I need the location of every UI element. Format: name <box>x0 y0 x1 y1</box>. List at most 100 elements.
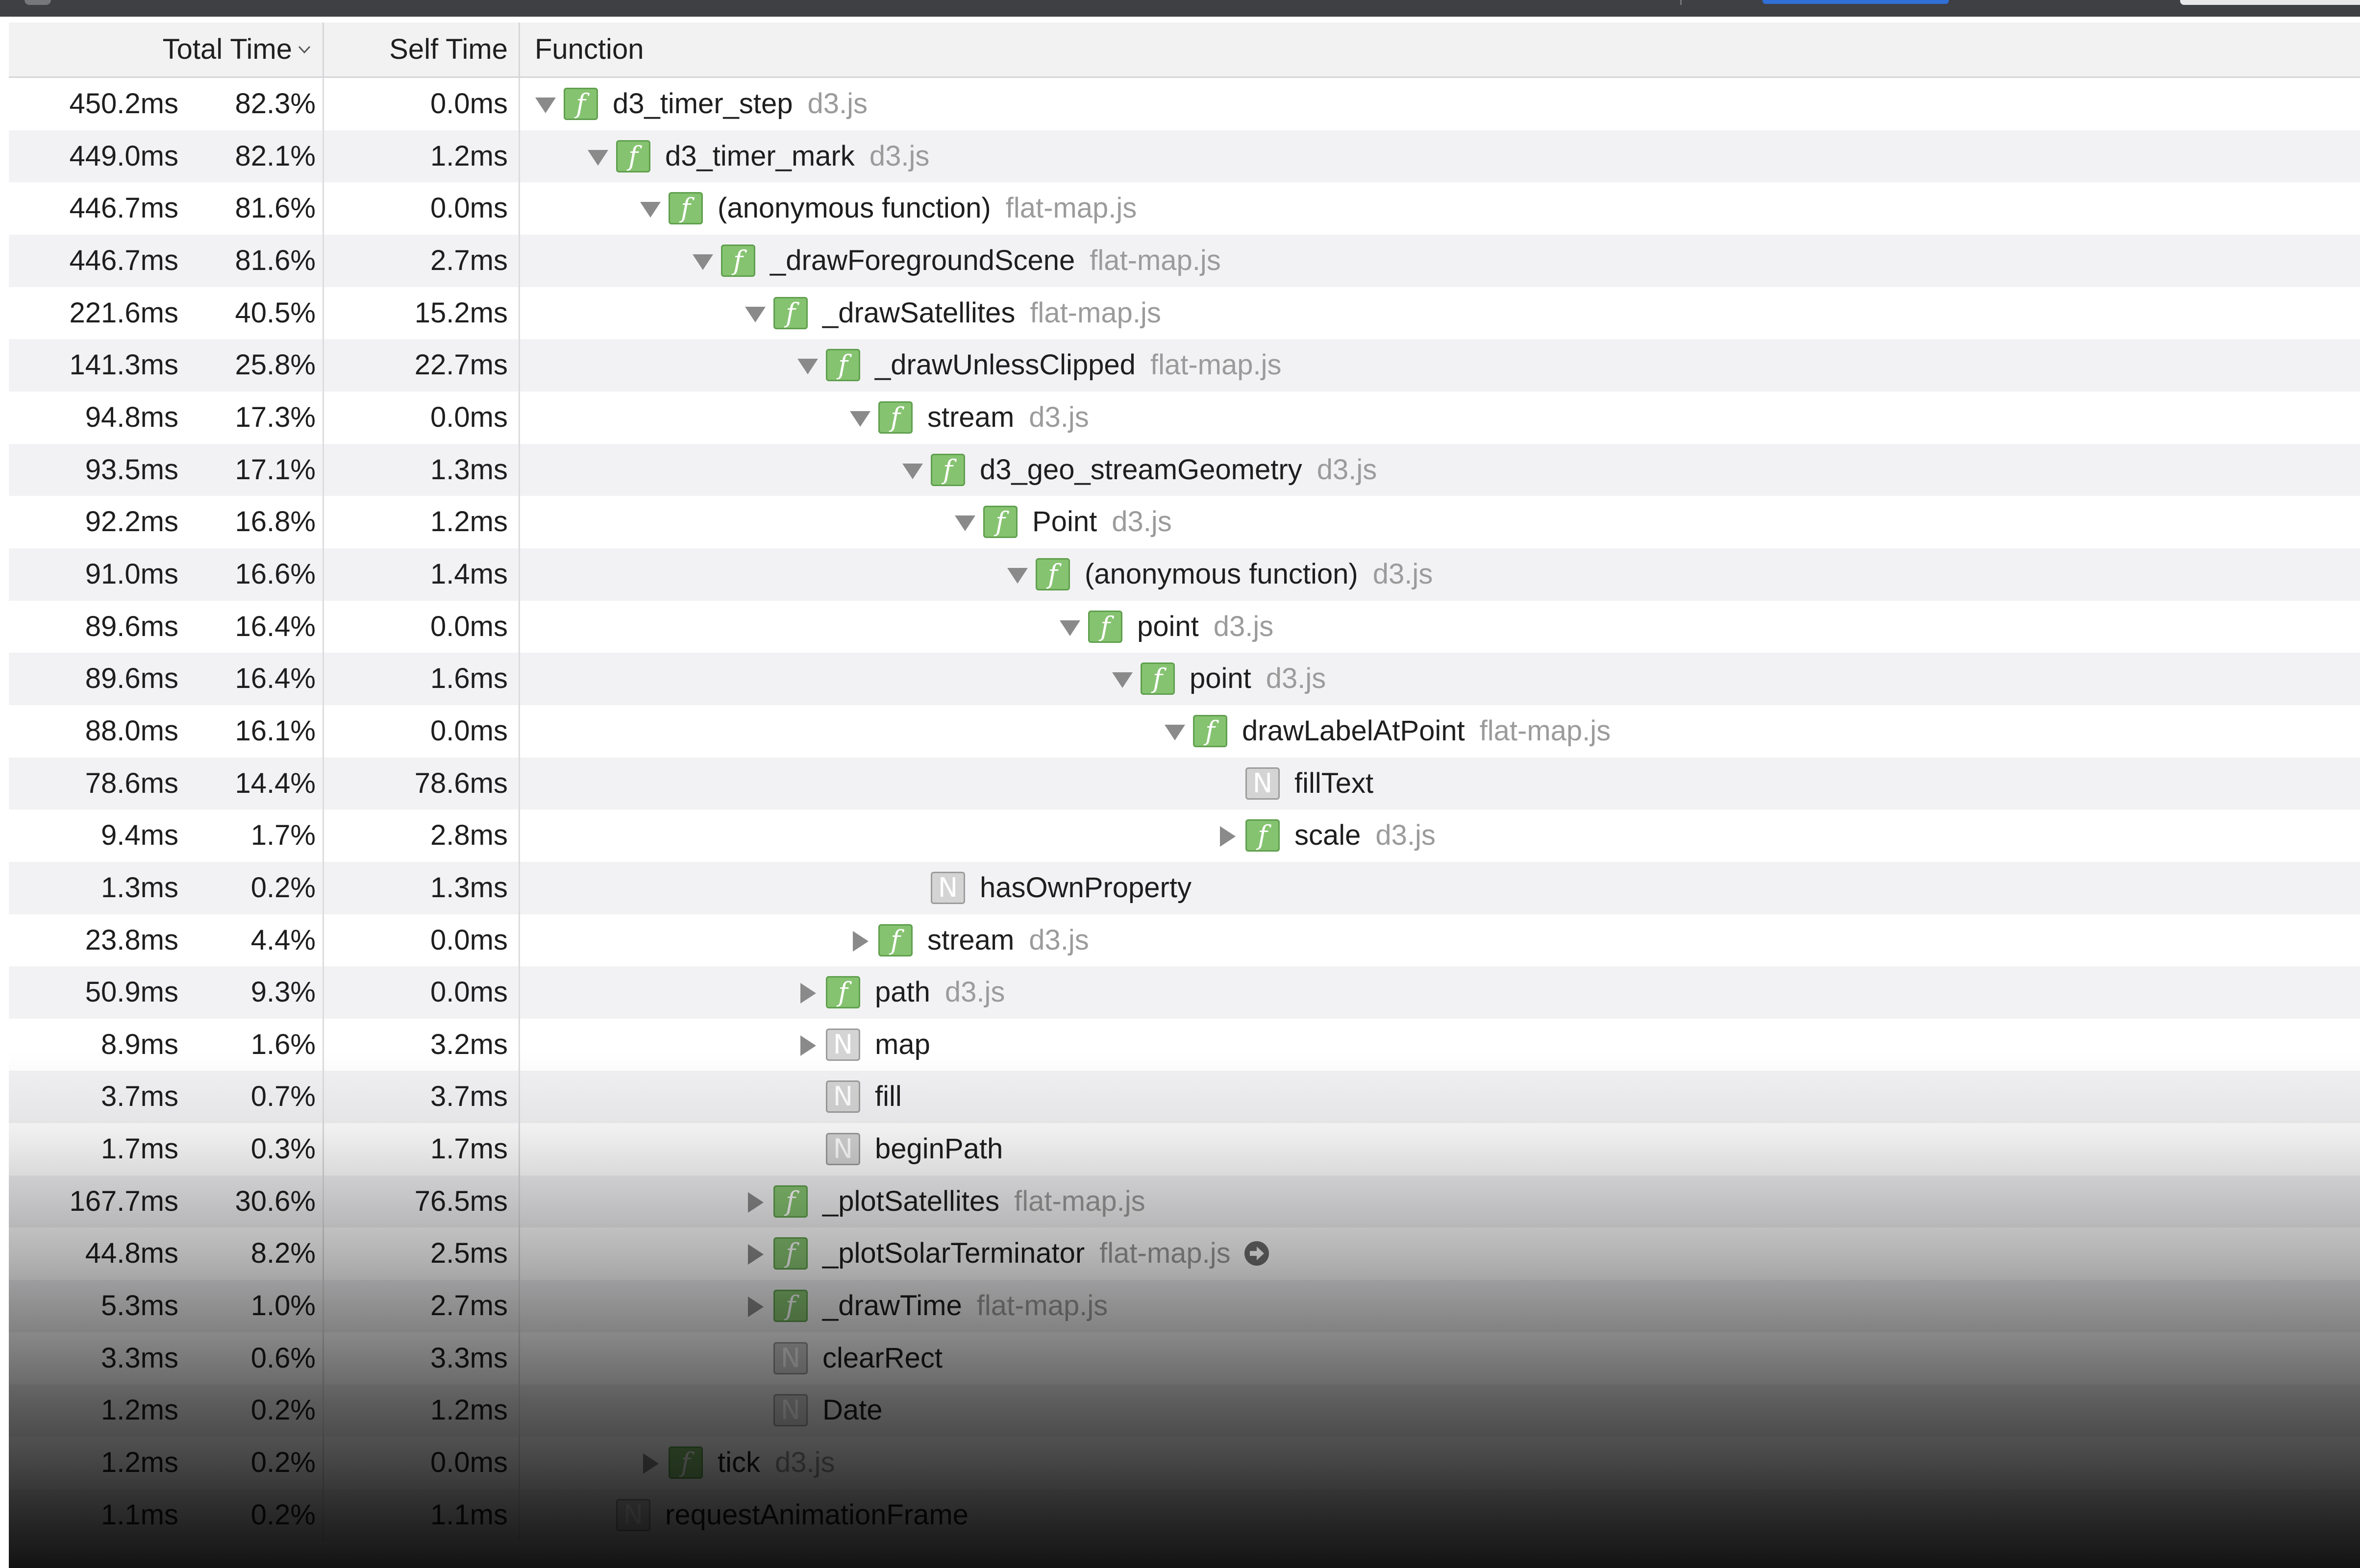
source-file-link[interactable]: d3.js <box>1112 506 1172 538</box>
source-file-link[interactable]: d3.js <box>775 1446 835 1478</box>
disclosure-triangle-collapsed-icon[interactable] <box>1215 824 1240 849</box>
function-name: beginPath <box>875 1133 1003 1165</box>
table-row[interactable]: 449.0ms 82.1% 1.2ms f d3_timer_mark d3.js <box>9 130 2360 183</box>
disclosure-triangle-expanded-icon[interactable] <box>586 145 610 170</box>
disclosure-triangle-expanded-icon[interactable] <box>1163 720 1187 744</box>
column-divider <box>519 78 520 130</box>
total-percent-cell: 1.0% <box>250 1290 316 1322</box>
table-row[interactable]: 1.3ms 0.2% 1.3ms NhasOwnProperty <box>9 861 2360 914</box>
source-file-link[interactable]: d3.js <box>1373 558 1433 590</box>
disclosure-triangle-expanded-icon[interactable] <box>691 249 715 274</box>
disclosure-triangle-collapsed-icon[interactable] <box>848 929 872 954</box>
table-row[interactable]: 89.6ms 16.4% 1.6ms f point d3.js <box>9 653 2360 705</box>
source-file-link[interactable]: d3.js <box>808 88 868 120</box>
table-row[interactable]: 94.8ms 17.3% 0.0ms f stream d3.js <box>9 391 2360 444</box>
table-row[interactable]: 167.7ms 30.6% 76.5ms f _plotSatellites flat-m… <box>9 1175 2360 1228</box>
table-row[interactable]: 3.7ms 0.7% 3.7ms Nfill <box>9 1071 2360 1124</box>
self-time-column-header[interactable]: Self Time <box>323 23 519 76</box>
table-row[interactable]: 92.2ms 16.8% 1.2ms f Point d3.js <box>9 496 2360 548</box>
table-row[interactable]: 1.7ms 0.3% 1.7ms NbeginPath <box>9 1123 2360 1176</box>
table-row[interactable]: 446.7ms 81.6% 0.0ms f (anonymous function) fl… <box>9 182 2360 235</box>
javascript-function-icon: f <box>564 88 598 120</box>
table-row[interactable]: 8.9ms 1.6% 3.2ms Nmap <box>9 1018 2360 1071</box>
disclosure-triangle-collapsed-icon[interactable] <box>743 1242 768 1267</box>
self-time-cell: 0.0ms <box>430 192 508 224</box>
disclosure-triangle-expanded-icon[interactable] <box>900 459 925 483</box>
function-name: stream <box>927 401 1015 433</box>
function-name-cell: Point d3.js <box>1032 496 1172 548</box>
table-row[interactable]: 5.3ms 1.0% 2.7ms f _drawTime flat-map.js <box>9 1280 2360 1332</box>
source-file-link[interactable]: flat-map.js <box>1030 297 1161 329</box>
source-file-link[interactable]: flat-map.js <box>1480 715 1611 747</box>
total-time-column-header[interactable]: Total Time <box>9 23 323 76</box>
table-row[interactable]: 9.4ms 1.7% 2.8ms f scale d3.js <box>9 809 2360 862</box>
table-row[interactable]: 1.2ms 0.2% 0.0ms f tick d3.js <box>9 1437 2360 1489</box>
source-file-link[interactable]: d3.js <box>1266 662 1326 694</box>
self-time-cell: 0.0ms <box>430 976 508 1008</box>
table-row[interactable]: 44.8ms 8.2% 2.5ms f _plotSolarTerminator flat… <box>9 1227 2360 1280</box>
self-time-cell: 78.6ms <box>414 767 508 799</box>
table-row[interactable]: 1.1ms 0.2% 1.1ms NrequestAnimationFrame <box>9 1489 2360 1542</box>
disclosure-triangle-collapsed-icon[interactable] <box>743 1295 768 1319</box>
self-time-cell: 1.2ms <box>430 140 508 172</box>
total-time-cell: 3.3ms <box>101 1342 178 1374</box>
function-column-header[interactable]: Function <box>519 23 2360 76</box>
source-file-link[interactable]: d3.js <box>869 140 930 172</box>
function-name-cell: _drawForegroundScene flat-map.js <box>770 235 1221 287</box>
source-file-link[interactable]: flat-map.js <box>977 1290 1108 1322</box>
total-time-cell: 78.6ms <box>85 767 178 799</box>
self-time-cell: 0.0ms <box>430 610 508 642</box>
disclosure-triangle-expanded-icon[interactable] <box>1005 563 1030 588</box>
column-divider <box>519 443 520 496</box>
disclosure-triangle-collapsed-icon[interactable] <box>795 981 820 1005</box>
source-file-link[interactable]: flat-map.js <box>1090 245 1221 276</box>
table-row[interactable]: 3.3ms 0.6% 3.3ms NclearRect <box>9 1332 2360 1385</box>
disclosure-triangle-expanded-icon[interactable] <box>848 406 872 431</box>
disclosure-triangle-collapsed-icon[interactable] <box>795 1033 820 1058</box>
disclosure-triangle-expanded-icon[interactable] <box>953 511 977 535</box>
self-time-cell: 0.0ms <box>430 1446 508 1479</box>
disclosure-triangle-expanded-icon[interactable] <box>743 302 768 326</box>
table-row[interactable]: 1.2ms 0.2% 1.2ms N Date <box>9 1384 2360 1437</box>
table-row[interactable]: 23.8ms 4.4% 0.0ms f stream d3.js <box>9 914 2360 967</box>
disclosure-triangle-expanded-icon[interactable] <box>1058 615 1082 640</box>
disclosure-triangle-expanded-icon[interactable] <box>795 354 820 378</box>
table-row[interactable]: 91.0ms 16.6% 1.4ms f (anonymous function) d3.… <box>9 548 2360 601</box>
table-row[interactable]: 141.3ms 25.8% 22.7ms f _drawUnlessClipped fla… <box>9 339 2360 392</box>
table-row[interactable]: 50.9ms 9.3% 0.0ms f path d3.js <box>9 966 2360 1019</box>
source-file-link[interactable]: flat-map.js <box>1099 1237 1231 1269</box>
toolbar-button-selected[interactable] <box>1763 0 1949 4</box>
source-file-link[interactable]: flat-map.js <box>1150 349 1282 381</box>
function-name-cell: map <box>875 1019 930 1071</box>
disclosure-triangle-expanded-icon[interactable] <box>638 197 663 221</box>
go-to-arrow-icon[interactable] <box>1243 1240 1270 1267</box>
source-file-link[interactable]: d3.js <box>1375 819 1436 851</box>
table-row[interactable]: 446.7ms 81.6% 2.7ms f _drawForegroundScene fl… <box>9 234 2360 287</box>
total-time-cell: 446.7ms <box>69 192 178 224</box>
disclosure-triangle-collapsed-icon[interactable] <box>743 1190 768 1215</box>
total-time-cell: 50.9ms <box>85 976 178 1008</box>
source-file-link[interactable]: d3.js <box>1029 401 1089 433</box>
disclosure-triangle-expanded-icon[interactable] <box>1110 667 1135 692</box>
window-control[interactable] <box>25 0 51 5</box>
table-row[interactable]: 88.0ms 16.1% 0.0ms f drawLabelAtPoint flat-ma… <box>9 705 2360 758</box>
source-file-link[interactable]: flat-map.js <box>1006 192 1137 224</box>
javascript-function-icon: f <box>773 1290 808 1323</box>
source-file-link[interactable]: d3.js <box>1317 454 1377 486</box>
table-row[interactable]: 89.6ms 16.4% 0.0ms f point d3.js <box>9 600 2360 653</box>
function-name-cell: _plotSolarTerminator flat-map.js <box>822 1227 1270 1280</box>
disclosure-triangle-expanded-icon[interactable] <box>533 93 558 117</box>
table-row[interactable]: 450.2ms 82.3% 0.0ms f d3_timer_step d3.js <box>9 78 2360 130</box>
source-file-link[interactable]: d3.js <box>1214 611 1274 642</box>
disclosure-triangle-collapsed-icon[interactable] <box>638 1451 663 1476</box>
table-row[interactable]: 93.5ms 17.1% 1.3ms f d3_geo_streamGeometry d3… <box>9 443 2360 496</box>
chevron-down-icon[interactable] <box>297 42 312 57</box>
toolbar-button[interactable] <box>2180 0 2360 5</box>
table-row[interactable]: 221.6ms 40.5% 15.2ms f _drawSatellites flat-m… <box>9 287 2360 340</box>
table-row[interactable]: 78.6ms 14.4% 78.6ms NfillText <box>9 757 2360 810</box>
source-file-link[interactable]: d3.js <box>945 976 1005 1008</box>
source-file-link[interactable]: d3.js <box>1029 924 1089 956</box>
self-time-cell: 1.3ms <box>430 453 508 486</box>
source-file-link[interactable]: flat-map.js <box>1014 1185 1145 1217</box>
call-tree-table: 450.2ms 82.3% 0.0ms f d3_timer_step d3.js 449.… <box>9 78 2360 1542</box>
